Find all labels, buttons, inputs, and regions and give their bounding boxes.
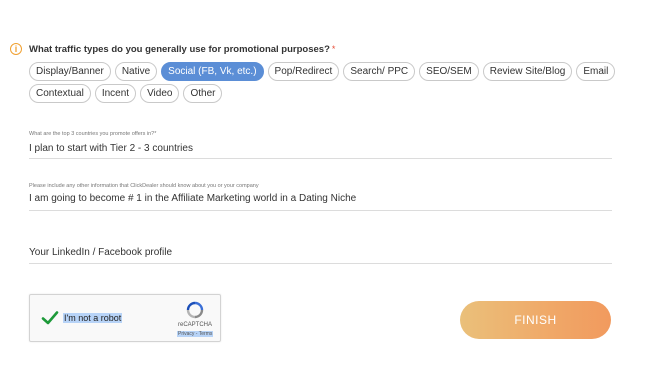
required-mark: * <box>331 44 336 54</box>
chip-video[interactable]: Video <box>140 84 180 103</box>
recaptcha-logo-icon <box>186 301 204 319</box>
countries-field-label: What are the top 3 countries you promote… <box>29 131 157 137</box>
finish-button[interactable]: FINISH <box>460 301 611 339</box>
chip-display-banner[interactable]: Display/Banner <box>29 62 111 81</box>
chip-native[interactable]: Native <box>114 62 158 81</box>
chip-seo-sem[interactable]: SEO/SEM <box>419 62 479 81</box>
chip-incent[interactable]: Incent <box>94 84 137 103</box>
traffic-question: i What traffic types do you generally us… <box>10 43 335 55</box>
recaptcha-widget[interactable]: I'm not a robot reCAPTCHA Privacy - Term… <box>29 294 221 342</box>
recaptcha-privacy-terms-link[interactable]: Privacy - Terms <box>177 331 214 337</box>
checkmark-icon[interactable] <box>41 309 59 327</box>
info-field[interactable]: Please include any other information tha… <box>29 183 612 211</box>
info-icon: i <box>10 43 22 55</box>
chip-contextual[interactable]: Contextual <box>29 84 91 103</box>
recaptcha-brand: reCAPTCHA <box>178 322 213 328</box>
info-field-label: Please include any other information tha… <box>29 183 259 189</box>
chip-review-site-blog[interactable]: Review Site/Blog <box>482 62 573 81</box>
chip-email[interactable]: Email <box>576 62 616 81</box>
countries-field[interactable]: What are the top 3 countries you promote… <box>29 131 612 159</box>
chip-social[interactable]: Social (FB, Vk, etc.) <box>161 62 264 81</box>
traffic-type-chips: Display/Banner Native Social (FB, Vk, et… <box>29 62 619 103</box>
countries-field-value[interactable]: I plan to start with Tier 2 - 3 countrie… <box>29 143 193 154</box>
info-field-value[interactable]: I am going to become # 1 in the Affiliat… <box>29 193 356 204</box>
captcha-label[interactable]: I'm not a robot <box>63 313 123 323</box>
profile-field[interactable]: Your LinkedIn / Facebook profile <box>29 246 612 264</box>
chip-other[interactable]: Other <box>183 84 223 103</box>
chip-search-ppc[interactable]: Search/ PPC <box>343 62 416 81</box>
question-text: What traffic types do you generally use … <box>29 43 330 55</box>
chip-pop-redirect[interactable]: Pop/Redirect <box>267 62 340 81</box>
profile-field-placeholder[interactable]: Your LinkedIn / Facebook profile <box>29 247 172 258</box>
